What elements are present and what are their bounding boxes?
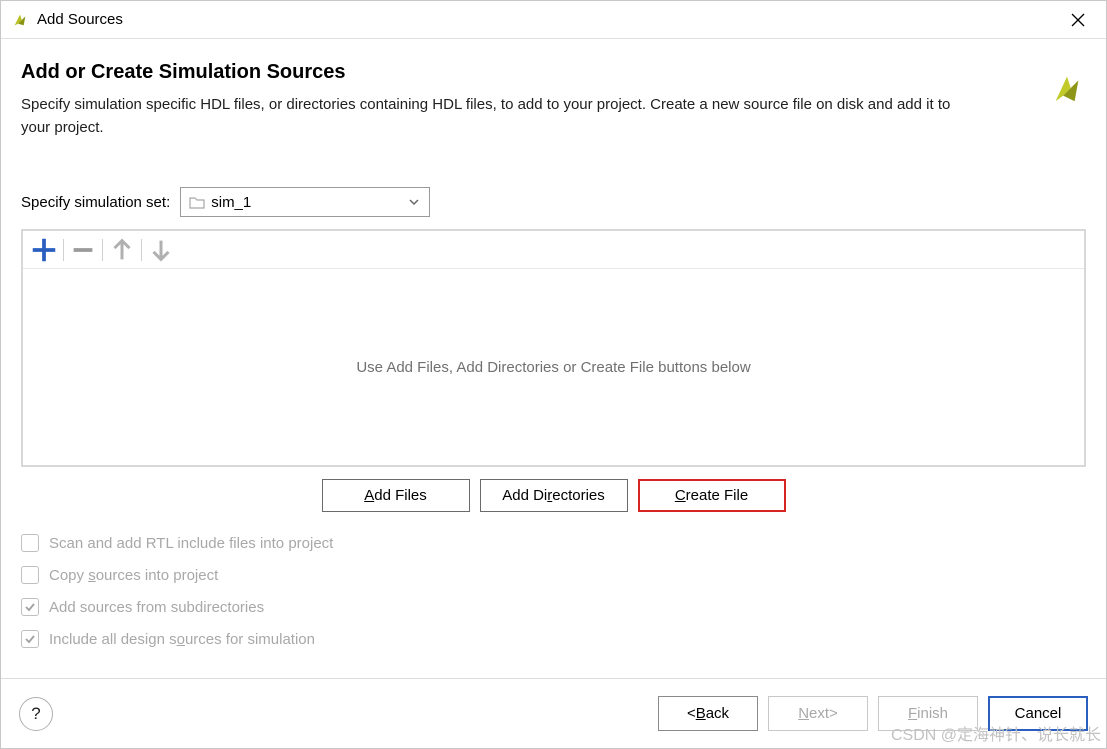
add-source-button[interactable] <box>29 235 59 265</box>
scan-rtl-label: Scan and add RTL include files into proj… <box>49 535 333 552</box>
add-files-button[interactable]: Add Files <box>322 479 470 512</box>
titlebar: Add Sources <box>1 1 1106 39</box>
toolbar-separator <box>141 239 142 261</box>
close-button[interactable] <box>1058 1 1098 38</box>
list-toolbar <box>23 231 1084 269</box>
add-directories-button[interactable]: Add Directories <box>480 479 628 512</box>
header-row: Add or Create Simulation Sources Specify… <box>21 61 1086 139</box>
list-placeholder-text: Use Add Files, Add Directories or Create… <box>23 269 1084 465</box>
simulation-set-dropdown[interactable]: sim_1 <box>180 187 430 217</box>
add-from-subdirs-option[interactable]: Add sources from subdirectories <box>21 598 1086 616</box>
simulation-set-value: sim_1 <box>211 194 407 211</box>
footer-buttons: < Back Next > Finish Cancel <box>658 696 1088 731</box>
checkbox-unchecked-icon <box>21 566 39 584</box>
page-title: Add or Create Simulation Sources <box>21 61 1028 84</box>
toolbar-separator <box>102 239 103 261</box>
next-button: Next > <box>768 696 868 731</box>
help-icon: ? <box>31 704 40 724</box>
page-description: Specify simulation specific HDL files, o… <box>21 94 981 139</box>
close-icon <box>1071 13 1085 27</box>
include-design-sources-label: Include all design sources for simulatio… <box>49 631 315 648</box>
dialog-window: Add Sources Add or Create Simulation Sou… <box>0 0 1107 749</box>
move-down-button[interactable] <box>146 235 176 265</box>
toolbar-separator <box>63 239 64 261</box>
dialog-content: Add or Create Simulation Sources Specify… <box>1 39 1106 678</box>
action-button-row: Add Files Add Directories Create File <box>21 479 1086 512</box>
include-design-sources-option[interactable]: Include all design sources for simulatio… <box>21 630 1086 648</box>
minus-icon <box>68 235 98 265</box>
cancel-button[interactable]: Cancel <box>988 696 1088 731</box>
window-title: Add Sources <box>37 11 1058 28</box>
simulation-set-label: Specify simulation set: <box>21 194 170 211</box>
vivado-logo-icon <box>1048 69 1086 107</box>
app-icon <box>11 11 29 29</box>
arrow-down-icon <box>146 235 176 265</box>
chevron-down-icon <box>407 195 421 209</box>
arrow-up-icon <box>107 235 137 265</box>
scan-rtl-option[interactable]: Scan and add RTL include files into proj… <box>21 534 1086 552</box>
move-up-button[interactable] <box>107 235 137 265</box>
copy-sources-label: Copy sources into project <box>49 567 218 584</box>
copy-sources-option[interactable]: Copy sources into project <box>21 566 1086 584</box>
checkbox-checked-icon <box>21 598 39 616</box>
source-list-panel: Use Add Files, Add Directories or Create… <box>21 229 1086 467</box>
plus-icon <box>29 235 59 265</box>
create-file-button[interactable]: Create File <box>638 479 786 512</box>
simulation-set-row: Specify simulation set: sim_1 <box>21 187 1086 217</box>
finish-button: Finish <box>878 696 978 731</box>
dialog-footer: ? < Back Next > Finish Cancel <box>1 678 1106 748</box>
remove-source-button[interactable] <box>68 235 98 265</box>
folder-icon <box>189 194 205 210</box>
back-button[interactable]: < Back <box>658 696 758 731</box>
checkbox-unchecked-icon <box>21 534 39 552</box>
help-button[interactable]: ? <box>19 697 53 731</box>
options-group: Scan and add RTL include files into proj… <box>21 534 1086 648</box>
checkbox-checked-icon <box>21 630 39 648</box>
add-from-subdirs-label: Add sources from subdirectories <box>49 599 264 616</box>
header-text: Add or Create Simulation Sources Specify… <box>21 61 1028 139</box>
